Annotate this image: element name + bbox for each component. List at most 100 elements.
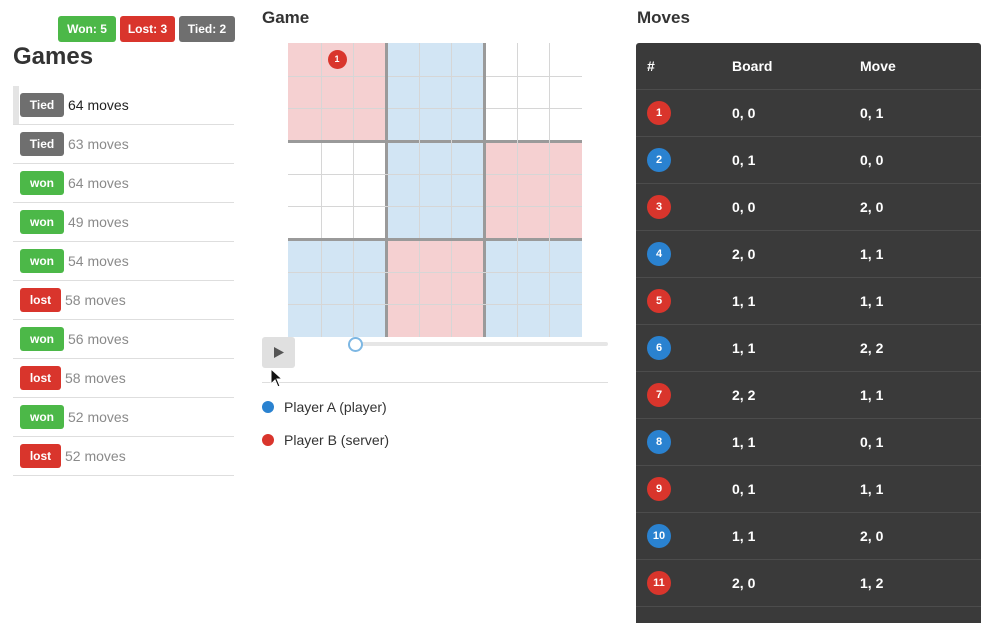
move-number-badge: 7 — [647, 383, 671, 407]
move-position-cell: 2, 0 — [860, 183, 981, 231]
legend-label: Player B (server) — [284, 432, 390, 448]
game-list-item[interactable]: won 64 moves — [13, 164, 234, 203]
game-result-badge: lost — [20, 366, 61, 390]
legend-label: Player A (player) — [284, 399, 387, 415]
move-position-cell: 0, 1 — [860, 418, 981, 466]
move-number-badge: 10 — [647, 524, 671, 548]
game-list-item[interactable]: lost 58 moves — [13, 281, 234, 320]
game-result-badge: Tied — [20, 132, 64, 156]
mouse-cursor-icon — [270, 368, 284, 388]
game-list-item[interactable]: won 54 moves — [13, 242, 234, 281]
game-list-item[interactable]: won 56 moves — [13, 320, 234, 359]
game-list-item[interactable]: lost 52 moves — [13, 437, 234, 476]
header-board: Board — [732, 43, 860, 90]
move-position-cell: 1, 2 — [860, 559, 981, 607]
move-board-cell: 1, 1 — [732, 512, 860, 560]
stats-bar: Won: 5 Lost: 3 Tied: 2 — [58, 16, 235, 42]
game-moves-count: 52 moves — [65, 448, 126, 464]
move-number-cell: 9 — [636, 465, 732, 513]
move-row[interactable]: 6 1, 1 2, 2 — [636, 324, 981, 372]
move-number-cell: 3 — [636, 183, 732, 231]
move-board-cell: 1, 1 — [732, 277, 860, 325]
game-result-badge: won — [20, 171, 64, 195]
board-gridlines — [288, 43, 582, 337]
move-number-badge: 5 — [647, 289, 671, 313]
game-moves-count: 49 moves — [68, 214, 129, 230]
game-list-item[interactable]: won 52 moves — [13, 398, 234, 437]
move-number-badge: 11 — [647, 571, 671, 595]
move-number-badge: 9 — [647, 477, 671, 501]
games-list: Tied 64 moves Tied 63 moves won 64 moves won 49… — [13, 86, 234, 476]
move-number-badge: 6 — [647, 336, 671, 360]
move-number-cell: 5 — [636, 277, 732, 325]
game-list-item[interactable]: won 49 moves — [13, 203, 234, 242]
game-moves-count: 58 moves — [65, 370, 126, 386]
game-result-badge: won — [20, 210, 64, 234]
move-row[interactable]: 11 2, 0 1, 2 — [636, 559, 981, 607]
move-position-cell: 2, 0 — [860, 512, 981, 560]
game-list-item[interactable]: Tied 64 moves — [13, 86, 234, 125]
tied-count-badge: Tied: 2 — [179, 16, 235, 42]
move-board-cell: 0, 1 — [732, 136, 860, 184]
games-title: Games — [13, 43, 94, 70]
move-position-cell: 0, 0 — [860, 136, 981, 184]
divider — [262, 382, 608, 383]
move-number-badge: 4 — [647, 242, 671, 266]
game-moves-count: 56 moves — [68, 331, 129, 347]
header-move: Move — [860, 43, 981, 90]
moves-header-row: # Board Move — [636, 43, 981, 90]
move-board-cell: 2, 2 — [732, 371, 860, 419]
move-row[interactable]: 1 0, 0 0, 1 — [636, 89, 981, 137]
move-row[interactable]: 2 0, 1 0, 0 — [636, 136, 981, 184]
move-row[interactable]: 4 2, 0 1, 1 — [636, 230, 981, 278]
move-board-cell: 0, 0 — [732, 89, 860, 137]
game-result-badge: won — [20, 249, 64, 273]
move-number-badge: 3 — [647, 195, 671, 219]
move-row[interactable]: 9 0, 1 1, 1 — [636, 465, 981, 513]
move-slider-track[interactable] — [356, 342, 608, 346]
game-result-badge: lost — [20, 444, 61, 468]
move-row[interactable]: 7 2, 2 1, 1 — [636, 371, 981, 419]
move-position-cell: 0, 1 — [860, 89, 981, 137]
legend-item: Player A (player) — [262, 399, 387, 415]
move-number-badge: 2 — [647, 148, 671, 172]
moves-panel: # Board Move 1 0, 0 0, 1 2 0, 1 0, 0 3 0, 0 2, 0… — [636, 43, 981, 623]
legend-dot-icon — [262, 434, 274, 446]
game-moves-count: 58 moves — [65, 292, 126, 308]
current-move-marker: 1 — [327, 49, 347, 69]
move-number-badge: 8 — [647, 430, 671, 454]
won-count-badge: Won: 5 — [58, 16, 116, 42]
play-button[interactable] — [262, 337, 295, 368]
move-row[interactable]: 5 1, 1 1, 1 — [636, 277, 981, 325]
game-result-badge: lost — [20, 288, 61, 312]
header-number: # — [636, 43, 732, 90]
moves-title: Moves — [637, 8, 690, 27]
move-board-cell: 1, 1 — [732, 324, 860, 372]
legend-dot-icon — [262, 401, 274, 413]
game-list-item[interactable]: Tied 63 moves — [13, 125, 234, 164]
move-slider-handle[interactable] — [348, 337, 363, 352]
move-board-cell: 0, 0 — [732, 183, 860, 231]
move-board-cell: 0, 1 — [732, 465, 860, 513]
game-list-item[interactable]: lost 58 moves — [13, 359, 234, 398]
game-board[interactable]: 1 — [288, 43, 582, 337]
move-row[interactable]: 3 0, 0 2, 0 — [636, 183, 981, 231]
move-position-cell: 1, 1 — [860, 371, 981, 419]
move-position-cell: 1, 1 — [860, 465, 981, 513]
move-board-cell: 1, 1 — [732, 418, 860, 466]
move-number-cell: 6 — [636, 324, 732, 372]
game-moves-count: 64 moves — [68, 97, 129, 113]
game-result-badge: won — [20, 327, 64, 351]
legend-item: Player B (server) — [262, 432, 389, 448]
move-row[interactable]: 8 1, 1 0, 1 — [636, 418, 981, 466]
game-moves-count: 54 moves — [68, 253, 129, 269]
move-number-cell: 10 — [636, 512, 732, 560]
move-number-cell: 2 — [636, 136, 732, 184]
game-moves-count: 63 moves — [68, 136, 129, 152]
move-number-cell: 7 — [636, 371, 732, 419]
move-row[interactable]: 10 1, 1 2, 0 — [636, 512, 981, 560]
game-title: Game — [262, 8, 310, 27]
move-number-cell: 11 — [636, 559, 732, 607]
game-moves-count: 64 moves — [68, 175, 129, 191]
move-position-cell: 2, 2 — [860, 324, 981, 372]
